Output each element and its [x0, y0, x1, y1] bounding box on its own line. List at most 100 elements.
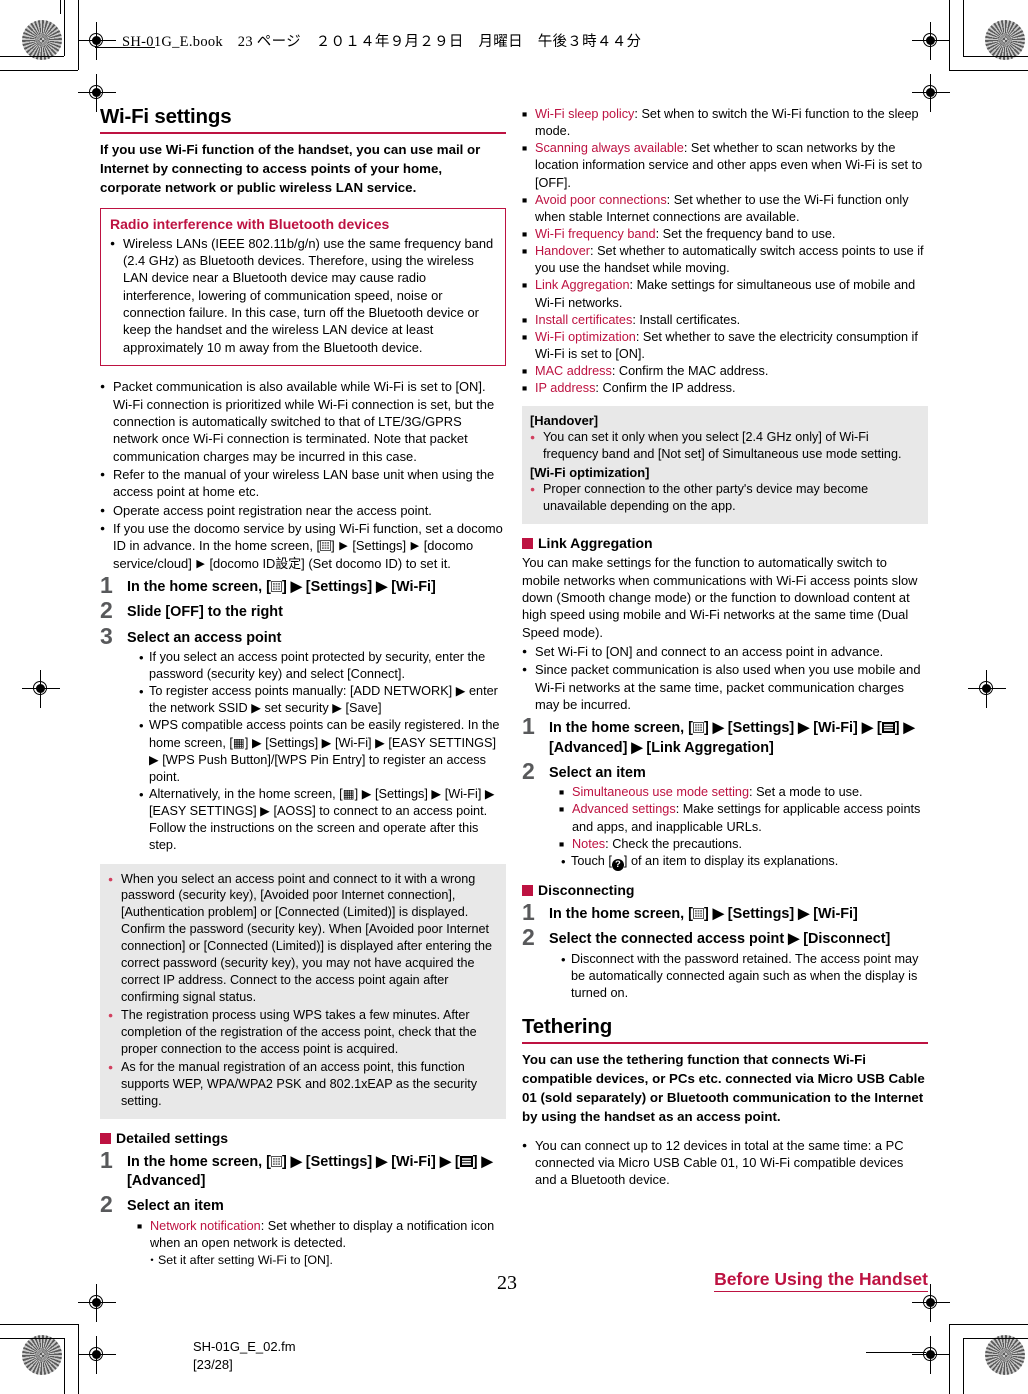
- list-item: You can set it only when you select [2.4…: [530, 429, 919, 463]
- list-item: The registration process using WPS takes…: [108, 1007, 497, 1058]
- list-item: When you select an access point and conn…: [108, 871, 497, 1007]
- tethering-lead: You can use the tethering function that …: [522, 1052, 925, 1124]
- bluetooth-interference-title: Radio interference with Bluetooth device…: [110, 215, 390, 232]
- crop-line-tl-box-v: [64, 0, 65, 56]
- heading-label: Detailed settings: [116, 1129, 229, 1146]
- detailed-settings-items: Network notification: Set whether to dis…: [137, 1218, 506, 1252]
- step-number: 2: [100, 1191, 113, 1218]
- chevron-right-icon: ▶: [339, 540, 348, 553]
- step-title-pre: In the home screen, [: [549, 720, 693, 737]
- detailed-settings-subnote: Set it after setting Wi-Fi to [ON].: [137, 1252, 506, 1269]
- list-item: Operate access point registration near t…: [100, 502, 506, 519]
- link-aggregation-step-1: 1 In the home screen, [] ▶ [Settings] ▶ …: [522, 715, 928, 758]
- heading-label: Disconnecting: [538, 881, 635, 898]
- registration-mark-bottom-right-inner: [912, 1336, 950, 1374]
- disconnecting-step-1: 1 In the home screen, [] ▶ [Settings] ▶ …: [522, 901, 928, 924]
- setting-desc: : Confirm the IP address.: [595, 381, 736, 396]
- list-item: Notes: Check the precautions.: [559, 836, 928, 853]
- step-title-pre: In the home screen, [: [127, 578, 271, 595]
- list-item: Advanced settings: Make settings for app…: [559, 801, 928, 835]
- setting-term: Advanced settings: [572, 802, 676, 817]
- page-title: Wi-Fi settings: [100, 105, 506, 134]
- setting-term: Install certificates: [535, 312, 633, 327]
- bluetooth-interference-box: Radio interference with Bluetooth device…: [100, 207, 506, 367]
- list-item: Install certificates: Install certificat…: [522, 312, 928, 329]
- disconnecting-step-2: 2 Select the connected access point ▶ [D…: [522, 926, 928, 1002]
- step-title: In the home screen, [] ▶ [Settings] ▶ [W…: [549, 905, 928, 924]
- list-item: Disconnect with the password retained. T…: [559, 951, 928, 1002]
- list-item: Set Wi-Fi to [ON] and connect to an acce…: [522, 643, 928, 660]
- crop-line-br-box2-h: [949, 1324, 1028, 1325]
- list-item: MAC address: Confirm the MAC address.: [522, 363, 928, 380]
- crop-line-bl-box2-h: [0, 1324, 78, 1325]
- list-item: Scanning always available: Set whether t…: [522, 140, 928, 191]
- color-patch-bottom-left: [22, 1335, 62, 1375]
- setting-term: Link Aggregation: [535, 278, 630, 293]
- link-aggregation-items: Simultaneous use mode setting: Set a mod…: [559, 784, 928, 853]
- header-rule: [95, 47, 155, 48]
- red-square-bullet-icon: [100, 1132, 111, 1144]
- step-title: Slide [OFF] to the right: [127, 604, 283, 621]
- handover-optimization-note-box: [Handover] You can set it only when you …: [522, 406, 928, 525]
- setting-desc: : Confirm the MAC address.: [611, 364, 769, 379]
- print-header-line: SH-01G_E.book 23 ページ ２０１４年９月２９日 月曜日 午後３時…: [122, 34, 642, 50]
- step-number: 1: [100, 571, 113, 598]
- step-title-post: ] ▶ [Settings] ▶ [Wi-Fi]: [703, 906, 858, 923]
- list-item-docomo-id: If you use the docomo service by using W…: [100, 520, 506, 572]
- setting-desc: : Set a mode to use.: [749, 785, 863, 800]
- step-body: If you select an access point protected …: [127, 649, 506, 855]
- link-aggregation-notes: Set Wi-Fi to [ON] and connect to an acce…: [522, 643, 928, 713]
- list-item: Proper connection to the other party's d…: [530, 481, 919, 515]
- list-item: Touch [?] of an item to display its expl…: [559, 853, 928, 871]
- detailed-settings-step-2: 2 Select an item Network notification: S…: [100, 1193, 506, 1269]
- list-item: Link Aggregation: Make settings for simu…: [522, 277, 928, 311]
- color-patch-top-left: [22, 20, 62, 60]
- disconnecting-heading: Disconnecting: [522, 881, 928, 899]
- crop-line-tl-box-h: [0, 56, 64, 57]
- help-icon: ?: [611, 858, 624, 871]
- crop-line-tl-box2-h: [0, 70, 78, 71]
- list-item: Packet communication is also available w…: [100, 378, 506, 465]
- intro-paragraph: If you use Wi-Fi function of the handset…: [100, 141, 481, 195]
- app-drawer-icon: [692, 722, 704, 734]
- registration-mark-right-middle: [968, 670, 1006, 708]
- step-title: In the home screen, [] ▶ [Settings] ▶ [W…: [127, 1153, 506, 1192]
- app-drawer-icon: [270, 1155, 282, 1167]
- step-number: 2: [100, 597, 113, 624]
- link-aggregation-step-2: 2 Select an item Simultaneous use mode s…: [522, 760, 928, 871]
- step-number: 1: [100, 1146, 113, 1173]
- access-point-caution-box: When you select an access point and conn…: [100, 863, 506, 1119]
- step-body: Simultaneous use mode setting: Set a mod…: [549, 784, 928, 871]
- step-number: 1: [522, 713, 535, 740]
- docomo-note-part2: ]: [331, 538, 339, 554]
- setting-term: MAC address: [535, 364, 612, 379]
- step-2-slide-off: 2 Slide [OFF] to the right: [100, 599, 506, 622]
- setting-term: Simultaneous use mode setting: [572, 785, 750, 800]
- chapter-label: Before Using the Handset: [714, 1269, 928, 1292]
- step-3-select-access-point: 3 Select an access point If you select a…: [100, 624, 506, 855]
- access-point-sublist: If you select an access point protected …: [137, 649, 506, 855]
- list-item: Alternatively, in the home screen, [▦] ▶…: [137, 786, 506, 855]
- crop-line-tr-box2-h: [949, 70, 1028, 71]
- footer-file-pages: [23/28]: [193, 1356, 233, 1372]
- setting-desc: : Install certificates.: [632, 312, 741, 327]
- detailed-settings-step-1: 1 In the home screen, [] ▶ [Settings] ▶ …: [100, 1148, 506, 1192]
- crop-line-top-left-v: [60, 0, 61, 14]
- registration-mark-bottom-left: [78, 1284, 116, 1322]
- setting-desc: : Check the precautions.: [605, 836, 742, 851]
- optimization-note-list: Proper connection to the other party's d…: [530, 481, 919, 515]
- list-item: Since packet communication is also used …: [522, 661, 928, 713]
- setting-term: Notes: [572, 836, 606, 851]
- step-number: 2: [522, 924, 535, 951]
- crop-line-tr-box-v: [963, 0, 964, 56]
- step-title: In the home screen, [] ▶ [Settings] ▶ [W…: [549, 719, 928, 758]
- color-patch-top-right: [985, 20, 1025, 60]
- link-aggregation-heading: Link Aggregation: [522, 534, 928, 552]
- left-column: Wi-Fi settings If you use Wi-Fi function…: [100, 105, 506, 1272]
- list-item: As for the manual registration of an acc…: [108, 1059, 497, 1110]
- step-title: Select an item: [549, 765, 646, 782]
- optimization-note-heading: [Wi-Fi optimization]: [530, 465, 650, 481]
- link-aggregation-body: You can make settings for the function t…: [522, 555, 918, 640]
- docomo-note-part3: [Settings]: [348, 538, 410, 554]
- setting-term: Network notification: [150, 1218, 261, 1233]
